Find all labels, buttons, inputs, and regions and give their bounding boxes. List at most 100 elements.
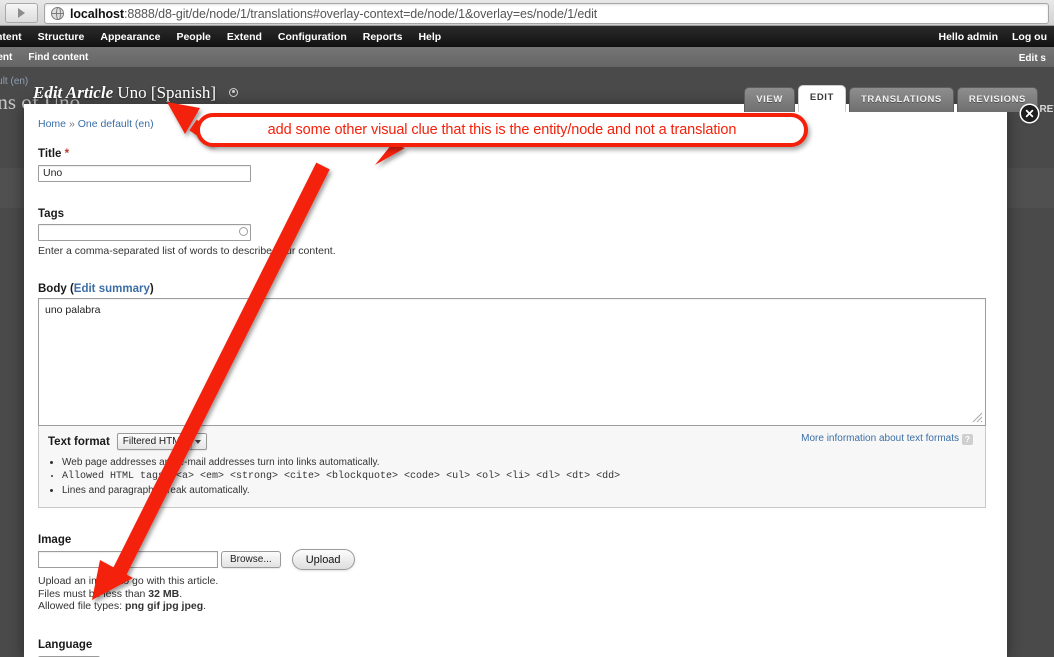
tip-item: Allowed HTML tags: <a> <em> <strong> <ci…	[62, 470, 976, 483]
shortcut-bar-right: Edit s	[1011, 48, 1054, 66]
field-title: Title *	[38, 148, 989, 182]
admin-toolbar-menu: ntent Structure Appearance People Extend…	[0, 31, 449, 43]
overlay-close-button[interactable]	[1021, 105, 1038, 122]
image-label: Image	[38, 534, 72, 546]
tab-view[interactable]: VIEW	[744, 87, 795, 112]
shortcut-item-find-content[interactable]: Find content	[20, 52, 96, 63]
field-body: Body (Edit summary) uno palabra Text for…	[38, 283, 989, 508]
image-help-types-suffix: .	[203, 600, 207, 612]
toolbar-item-reports[interactable]: Reports	[355, 31, 411, 43]
toolbar-item-content[interactable]: ntent	[0, 31, 30, 43]
address-bar[interactable]: localhost:8888/d8-git/de/node/1/translat…	[44, 3, 1049, 24]
image-upload-row: Browse... Upload	[38, 549, 989, 570]
overlay-page-title: Edit Article Uno [Spanish]	[33, 83, 239, 103]
background-breadcrumb: One default (en)	[0, 76, 29, 87]
toolbar-item-people[interactable]: People	[168, 31, 218, 43]
toolbar-greeting[interactable]: Hello admin	[931, 31, 1005, 43]
overlay-tabs: VIEW EDIT TRANSLATIONS REVISIONS	[744, 85, 1041, 112]
title-label-text: Title	[38, 148, 62, 160]
resize-grip-icon[interactable]	[972, 412, 983, 423]
tags-label: Tags	[38, 207, 64, 220]
shortcut-item-add-content[interactable]: tent	[0, 52, 20, 63]
image-help-line-1: Upload an image to go with this article.	[38, 575, 219, 587]
screen-root: localhost:8888/d8-git/de/node/1/translat…	[0, 0, 1054, 657]
body-textarea[interactable]: uno palabra	[38, 298, 986, 426]
chevron-down-icon	[191, 434, 204, 449]
tab-edit[interactable]: EDIT	[797, 85, 846, 112]
autocomplete-throbber-icon	[239, 226, 248, 236]
image-allowed-types: png gif jpg jpeg	[124, 600, 204, 612]
body-edit-summary-wrap: (Edit summary)	[69, 283, 154, 295]
edit-shortcuts-link[interactable]: Edit s	[1011, 53, 1054, 64]
admin-toolbar: ntent Structure Appearance People Extend…	[0, 26, 1054, 47]
toolbar-logout-link[interactable]: Log ou	[1005, 31, 1054, 43]
text-format-tips-list: Web page addresses and e-mail addresses …	[62, 456, 976, 497]
breadcrumb-current[interactable]: One default (en)	[78, 118, 154, 130]
title-required-marker: *	[64, 148, 70, 160]
image-help-size-suffix: .	[179, 587, 183, 600]
image-help-size-prefix: Files must be less than	[38, 587, 149, 600]
browser-chrome: localhost:8888/d8-git/de/node/1/translat…	[0, 0, 1054, 26]
text-format-panel: Text format Filtered HTML More informati…	[38, 426, 986, 508]
tip-item: Web page addresses and e-mail addresses …	[62, 456, 976, 469]
image-max-size: 32 MB	[148, 587, 180, 600]
help-icon[interactable]: ?	[962, 434, 973, 445]
field-tags: Tags Enter a comma-separated list of wor…	[38, 207, 989, 257]
title-label: Title *	[38, 148, 989, 160]
image-help-text: Upload an image to go with this article.…	[38, 575, 989, 613]
body-label-text: Body	[38, 283, 67, 295]
image-file-input[interactable]	[38, 551, 218, 568]
more-text-formats-link[interactable]: More information about text formats	[801, 433, 959, 444]
toolbar-item-help[interactable]: Help	[410, 31, 449, 43]
overlay-title-prefix: Edit Article	[33, 83, 114, 102]
annotation-text: add some other visual clue that this is …	[267, 122, 737, 138]
shortcut-bar: tent Find content Edit s	[0, 47, 1054, 68]
close-icon	[1025, 109, 1034, 118]
toolbar-item-structure[interactable]: Structure	[30, 31, 93, 43]
browse-button[interactable]: Browse...	[221, 551, 281, 568]
globe-icon	[50, 6, 64, 20]
tab-translations[interactable]: TRANSLATIONS	[848, 87, 954, 112]
more-text-formats[interactable]: More information about text formats?	[801, 433, 973, 445]
language-label: Language	[38, 638, 93, 651]
address-bar-text: localhost:8888/d8-git/de/node/1/translat…	[70, 7, 597, 21]
url-path: :8888/d8-git/de/node/1/translations#over…	[123, 6, 598, 21]
body-label: Body (Edit summary)	[38, 283, 989, 295]
title-input[interactable]	[38, 164, 251, 182]
annotation-callout: add some other visual clue that this is …	[196, 113, 808, 147]
field-image: Image Browse... Upload Upload an image t…	[38, 534, 989, 613]
tip-item: Lines and paragraphs break automatically…	[62, 484, 976, 497]
image-help-line-3: Allowed file types: png gif jpg jpeg.	[38, 600, 989, 613]
text-format-selected-value: Filtered HTML	[122, 436, 187, 447]
text-format-select[interactable]: Filtered HTML	[116, 433, 208, 450]
shortcut-bar-menu: tent Find content	[0, 52, 96, 63]
toolbar-item-appearance[interactable]: Appearance	[92, 31, 168, 43]
url-host: localhost	[70, 6, 124, 21]
edit-summary-link[interactable]: Edit summary	[74, 283, 150, 295]
tags-description: Enter a comma-separated list of words to…	[38, 245, 336, 257]
tags-input-wrapper	[38, 223, 253, 241]
breadcrumb-separator: »	[68, 118, 75, 130]
text-format-label: Text format	[48, 435, 110, 448]
breadcrumb-home-link[interactable]: Home	[38, 118, 66, 130]
overlay-title-main: Uno [Spanish]	[117, 83, 217, 102]
field-language: Language Spanish	[38, 639, 989, 657]
background-right-label: REV	[1039, 104, 1054, 115]
overlay-content: Home » One default (en) Title * Tags	[24, 104, 1007, 657]
toolbar-item-configuration[interactable]: Configuration	[270, 31, 355, 43]
image-help-types-prefix: Allowed file types:	[38, 600, 125, 612]
image-help-line-2: Files must be less than 32 MB.	[38, 588, 989, 601]
browser-forward-button[interactable]	[5, 3, 38, 23]
body-textarea-value: uno palabra	[45, 304, 101, 316]
upload-button[interactable]: Upload	[291, 549, 355, 570]
overlay-modal: Home » One default (en) Title * Tags	[24, 104, 1007, 657]
tags-input[interactable]	[38, 224, 251, 241]
forward-arrow-icon	[18, 8, 25, 18]
admin-toolbar-user-area: Hello admin Log ou	[931, 31, 1054, 43]
record-dot-icon	[229, 87, 239, 97]
toolbar-item-extend[interactable]: Extend	[219, 31, 270, 43]
